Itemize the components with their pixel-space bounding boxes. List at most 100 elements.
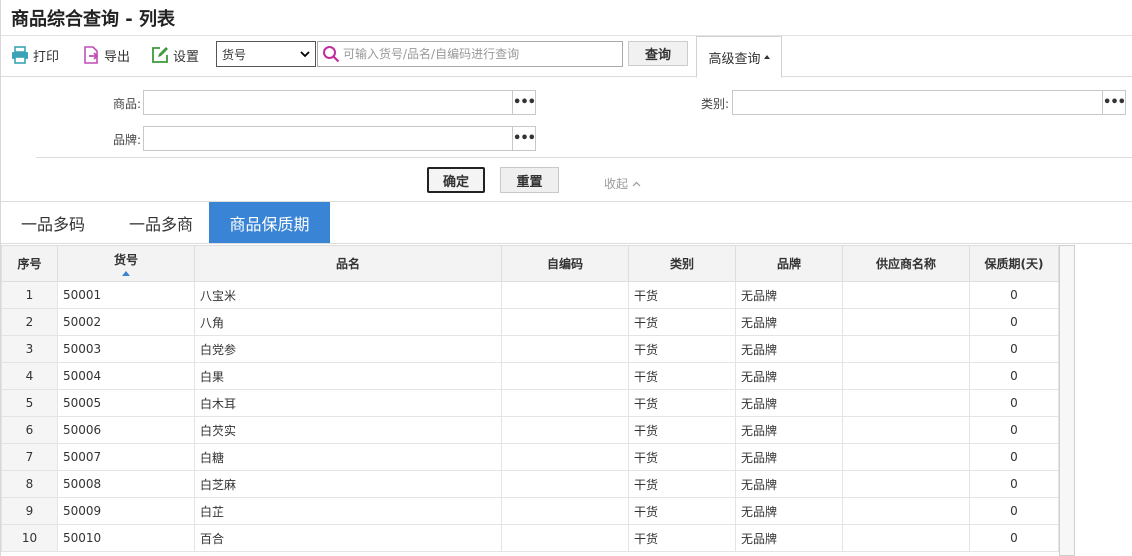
cell-item-no: 50006: [57, 416, 195, 444]
cell-name: 八宝米: [194, 281, 502, 309]
search-box: [317, 41, 623, 67]
cell-supplier: [842, 416, 970, 444]
tab-multi-supplier[interactable]: 一品多商: [109, 202, 213, 243]
cell-index: 4: [1, 362, 58, 390]
cell-name: 白糖: [194, 443, 502, 471]
search-field-select[interactable]: 货号: [216, 41, 316, 67]
cell-shelf-life: 0: [969, 308, 1059, 336]
vertical-scrollbar[interactable]: [1059, 245, 1075, 556]
cell-brand: 无品牌: [735, 362, 843, 390]
edit-icon: [152, 47, 168, 63]
cell-custom-code: [501, 281, 629, 309]
table-body: 1 50001 八宝米 干货 无品牌 0 2 50002 八角 干货 无品牌 0 3 50003 白党参 干货…: [1, 281, 1059, 552]
column-header-supplier[interactable]: 供应商名称: [842, 245, 970, 282]
table-row[interactable]: 4 50004 白果 干货 无品牌 0: [1, 362, 1059, 390]
advanced-query-panel: 商品: ••• 类别: ••• 品牌: ••• 确定 重置 收起: [1, 77, 1132, 202]
cell-item-no: 50007: [57, 443, 195, 471]
export-button[interactable]: 导出: [82, 44, 130, 66]
divider: [36, 157, 1132, 158]
cell-item-no: 50009: [57, 497, 195, 525]
cell-brand: 无品牌: [735, 335, 843, 363]
cell-index: 8: [1, 470, 58, 498]
header-label: 保质期(天): [984, 257, 1044, 271]
chevron-down-icon: [300, 51, 310, 58]
cell-category: 干货: [628, 308, 736, 336]
cell-custom-code: [501, 497, 629, 525]
cell-shelf-life: 0: [969, 416, 1059, 444]
cell-custom-code: [501, 308, 629, 336]
header-label: 货号: [113, 253, 138, 267]
column-header-brand[interactable]: 品牌: [735, 245, 843, 282]
advanced-query-toggle[interactable]: 高级查询: [696, 36, 782, 78]
cell-custom-code: [501, 443, 629, 471]
search-input[interactable]: [343, 43, 613, 65]
cell-shelf-life: 0: [969, 470, 1059, 498]
reset-button[interactable]: 重置: [500, 167, 559, 193]
column-header-item-no[interactable]: 货号: [57, 245, 195, 282]
table-row[interactable]: 3 50003 白党参 干货 无品牌 0: [1, 335, 1059, 363]
settings-button[interactable]: 设置: [151, 44, 199, 66]
column-header-shelf-life[interactable]: 保质期(天): [969, 245, 1059, 282]
chevron-up-icon: [632, 181, 641, 186]
product-table: 序号 货号 品名 自编码 类别 品牌 供应商名称 保质期(天) 1 50001 八宝…: [1, 245, 1059, 552]
print-label: 打印: [33, 49, 60, 65]
column-header-index[interactable]: 序号: [1, 245, 58, 282]
table-row[interactable]: 7 50007 白糖 干货 无品牌 0: [1, 443, 1059, 471]
cell-item-no: 50010: [57, 524, 195, 552]
cell-shelf-life: 0: [969, 497, 1059, 525]
cell-brand: 无品牌: [735, 389, 843, 417]
column-header-name[interactable]: 品名: [194, 245, 502, 282]
product-label: 商品:: [112, 97, 141, 111]
cell-item-no: 50002: [57, 308, 195, 336]
print-button[interactable]: 打印: [11, 44, 59, 66]
cell-supplier: [842, 497, 970, 525]
cell-item-no: 50003: [57, 335, 195, 363]
tab-multi-barcode[interactable]: 一品多码: [1, 202, 105, 243]
category-picker-button[interactable]: •••: [1102, 90, 1126, 115]
tab-shelf-life[interactable]: 商品保质期: [209, 202, 330, 243]
product-field[interactable]: [143, 90, 513, 115]
cell-category: 干货: [628, 335, 736, 363]
query-button[interactable]: 查询: [628, 41, 688, 66]
table-row[interactable]: 8 50008 白芝麻 干货 无品牌 0: [1, 470, 1059, 498]
product-picker-button[interactable]: •••: [512, 90, 536, 115]
cell-brand: 无品牌: [735, 416, 843, 444]
cell-brand: 无品牌: [735, 470, 843, 498]
cell-name: 白芡实: [194, 416, 502, 444]
cell-name: 白党参: [194, 335, 502, 363]
header-label: 品名: [335, 257, 360, 271]
column-header-custom-code[interactable]: 自编码: [501, 245, 629, 282]
table-row[interactable]: 10 50010 百合 干货 无品牌 0: [1, 524, 1059, 552]
cell-brand: 无品牌: [735, 524, 843, 552]
table-row[interactable]: 5 50005 白木耳 干货 无品牌 0: [1, 389, 1059, 417]
cell-supplier: [842, 389, 970, 417]
export-label: 导出: [104, 49, 131, 65]
cell-category: 干货: [628, 470, 736, 498]
brand-picker-button[interactable]: •••: [512, 126, 536, 151]
cell-shelf-life: 0: [969, 524, 1059, 552]
confirm-button[interactable]: 确定: [427, 167, 485, 193]
header-label: 序号: [17, 257, 42, 271]
category-label: 类别:: [700, 97, 729, 111]
table-row[interactable]: 2 50002 八角 干货 无品牌 0: [1, 308, 1059, 336]
cell-category: 干货: [628, 416, 736, 444]
cell-supplier: [842, 443, 970, 471]
cell-category: 干货: [628, 443, 736, 471]
collapse-link[interactable]: 收起: [604, 175, 641, 192]
cell-supplier: [842, 308, 970, 336]
cell-custom-code: [501, 362, 629, 390]
cell-category: 干货: [628, 362, 736, 390]
brand-field[interactable]: [143, 126, 513, 151]
category-field[interactable]: [732, 90, 1103, 115]
tab-bar: 一品多码 一品多商 商品保质期: [1, 202, 1132, 244]
table-row[interactable]: 6 50006 白芡实 干货 无品牌 0: [1, 416, 1059, 444]
table-header-row: 序号 货号 品名 自编码 类别 品牌 供应商名称 保质期(天): [1, 245, 1059, 282]
cell-index: 2: [1, 308, 58, 336]
column-header-category[interactable]: 类别: [628, 245, 736, 282]
table-row[interactable]: 9 50009 白芷 干货 无品牌 0: [1, 497, 1059, 525]
cell-category: 干货: [628, 389, 736, 417]
table-row[interactable]: 1 50001 八宝米 干货 无品牌 0: [1, 281, 1059, 309]
settings-label: 设置: [173, 49, 200, 65]
printer-icon: [12, 46, 28, 64]
cell-name: 白木耳: [194, 389, 502, 417]
